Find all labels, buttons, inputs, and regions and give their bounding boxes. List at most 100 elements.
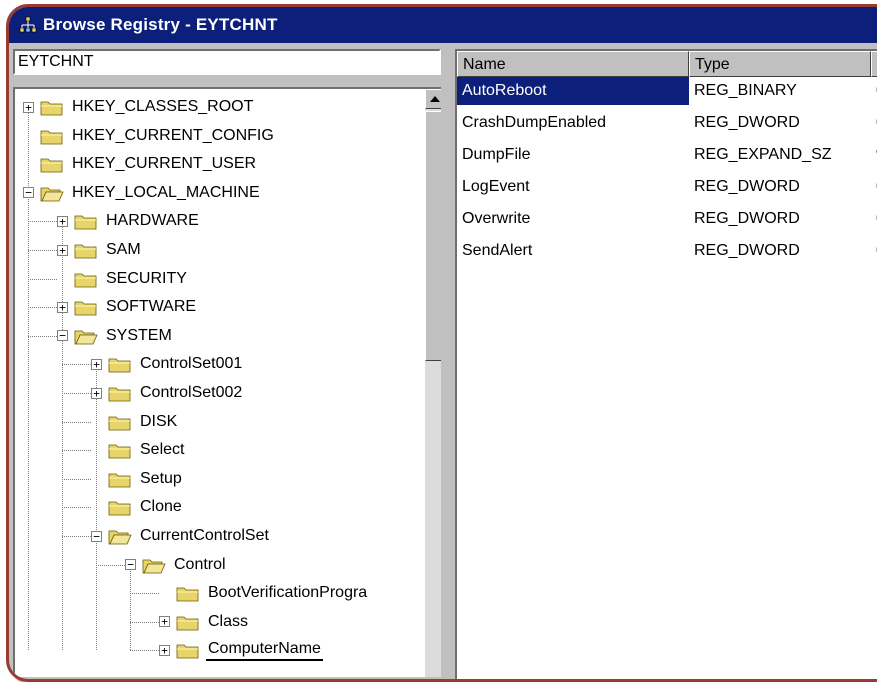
value-name-cell[interactable]: LogEvent [457, 173, 689, 201]
tree-connector [96, 564, 125, 566]
tree-item-class[interactable]: + Class [159, 608, 250, 636]
tree-vertical-scrollbar[interactable] [425, 89, 441, 677]
tree-item-controlset002[interactable]: + ControlSet002 [91, 379, 244, 407]
scroll-up-arrow-icon[interactable] [425, 89, 441, 109]
value-name-cell[interactable]: AutoReboot [457, 77, 689, 105]
tree-connector [130, 621, 159, 623]
tree-item-sam[interactable]: + SAM [57, 236, 143, 264]
title-bar[interactable]: Browse Registry - EYTCHNT [9, 7, 877, 43]
folder-icon [74, 215, 97, 230]
tree-item-label: Class [208, 612, 249, 630]
value-type-cell[interactable]: REG_EXPAND_SZ [689, 141, 871, 169]
window-title: Browse Registry - EYTCHNT [43, 15, 278, 34]
tree-item-label: Setup [140, 469, 182, 487]
expand-plus-icon[interactable]: + [91, 358, 102, 370]
tree-item-system[interactable]: − SYSTEM [57, 322, 174, 350]
tree-item-label: ControlSet002 [140, 384, 243, 401]
tree-item-controlset001[interactable]: + ControlSet001 [91, 350, 244, 378]
expand-plus-icon[interactable]: + [159, 616, 170, 628]
tree-item-hardware[interactable]: + HARDWARE [57, 207, 201, 235]
collapse-minus-icon[interactable]: − [91, 530, 102, 542]
folder-icon [108, 444, 131, 459]
column-header-data[interactable]: D [871, 51, 877, 77]
expand-plus-icon[interactable]: + [159, 644, 170, 656]
value-type-cell[interactable]: REG_DWORD [689, 173, 871, 201]
tree-connector [28, 335, 57, 337]
tree-item-label: HKEY_LOCAL_MACHINE [72, 183, 260, 201]
folder-icon [40, 101, 63, 116]
expand-plus-icon[interactable]: + [23, 101, 34, 113]
collapse-minus-icon[interactable]: − [125, 559, 136, 571]
tree-connector [28, 221, 57, 223]
tree-item-label: SAM [106, 241, 141, 258]
tree-connector [62, 507, 91, 509]
column-header-name[interactable]: Name [457, 51, 689, 77]
tree-connector [130, 593, 159, 595]
expand-plus-icon[interactable]: + [57, 301, 68, 313]
scroll-thumb[interactable] [425, 111, 441, 361]
value-type-cell[interactable]: REG_BINARY [689, 77, 871, 105]
expand-plus-icon[interactable]: + [57, 244, 68, 256]
tree-item-software[interactable]: + SOFTWARE [57, 293, 198, 321]
value-name-cell[interactable]: DumpFile [457, 141, 689, 169]
tree-connector [62, 421, 91, 423]
value-type-cell[interactable]: REG_DWORD [689, 205, 871, 233]
tree-item-currentcontrolset[interactable]: − CurrentControlSet [91, 522, 271, 550]
value-type-cell[interactable]: REG_DWORD [689, 109, 871, 137]
tree-item-label: HKEY_CLASSES_ROOT [72, 98, 254, 115]
open-folder-icon [108, 530, 132, 545]
tree-item-security[interactable]: SECURITY [57, 265, 189, 293]
value-data-cell[interactable]: 0 [871, 205, 877, 233]
registry-path-field[interactable]: EYTCHNT [13, 49, 441, 75]
folder-icon [74, 273, 97, 287]
column-header-type[interactable]: Type [689, 51, 871, 77]
folder-icon [108, 358, 131, 373]
tree-item-hkey-current-config[interactable]: HKEY_CURRENT_CONFIG [23, 122, 276, 150]
folder-icon [108, 501, 131, 516]
tree-connector [28, 278, 57, 280]
registry-tree[interactable]: + HKEY_CLASSES_ROOT HKEY_CURRENT_CONFIG HKE… [13, 87, 441, 677]
tree-item-label: BootVerificationProgra [208, 584, 368, 602]
tree-item-clone[interactable]: Clone [91, 493, 184, 521]
tree-item-setup[interactable]: Setup [91, 465, 184, 493]
folder-icon [74, 244, 97, 259]
registry-window: Browse Registry - EYTCHNT EYTCHNT + HKEY_… [6, 4, 877, 682]
value-name-cell[interactable]: CrashDumpEnabled [457, 109, 689, 137]
tree-item-control[interactable]: − Control [125, 551, 228, 579]
tree-item-select[interactable]: Select [91, 436, 186, 464]
tree-connector [62, 393, 91, 394]
tree-item-hkey-classes-root[interactable]: + HKEY_CLASSES_ROOT [23, 93, 255, 121]
value-data-cell[interactable]: 0 [871, 77, 877, 105]
value-name-cell[interactable]: Overwrite [457, 205, 689, 233]
tree-item-hkey-local-machine[interactable]: − HKEY_LOCAL_MACHINE [23, 179, 262, 207]
value-data-cell[interactable]: 0 [871, 109, 877, 137]
tree-item-disk[interactable]: DISK [91, 408, 179, 436]
value-data-cell[interactable]: 0 [871, 237, 877, 265]
value-data-cell[interactable]: % [871, 141, 877, 169]
tree-connector [28, 307, 57, 309]
open-folder-icon [40, 187, 64, 202]
tree-item-label: HARDWARE [106, 212, 199, 230]
tree-connector [62, 450, 91, 452]
tree-item-label: CurrentControlSet [140, 527, 269, 544]
collapse-minus-icon[interactable]: − [23, 187, 34, 199]
tree-item-label: HKEY_CURRENT_CONFIG [72, 126, 274, 144]
value-type-cell[interactable]: REG_DWORD [689, 237, 871, 265]
tree-item-computername[interactable]: + ComputerName [159, 636, 323, 664]
folder-icon [108, 416, 131, 430]
tree-item-label: DISK [140, 412, 178, 430]
tree-item-label: ComputerName [206, 639, 323, 662]
expand-plus-icon[interactable]: + [57, 215, 68, 227]
values-list[interactable]: Name Type D AutoRebootREG_BINARY0CrashDu… [455, 49, 877, 679]
value-data-cell[interactable]: 0 [871, 173, 877, 201]
expand-plus-icon[interactable]: + [91, 387, 102, 399]
tree-item-hkey-current-user[interactable]: HKEY_CURRENT_USER [23, 150, 258, 178]
registry-tree-icon [19, 16, 37, 33]
tree-item-bootverificationprogra[interactable]: BootVerificationProgra [159, 579, 369, 607]
tree-connector [62, 364, 91, 366]
tree-item-label: ControlSet001 [140, 355, 243, 373]
open-folder-icon [74, 330, 98, 345]
collapse-minus-icon[interactable]: − [57, 330, 68, 342]
value-name-cell[interactable]: SendAlert [457, 237, 689, 265]
tree-item-label: SOFTWARE [106, 298, 197, 316]
